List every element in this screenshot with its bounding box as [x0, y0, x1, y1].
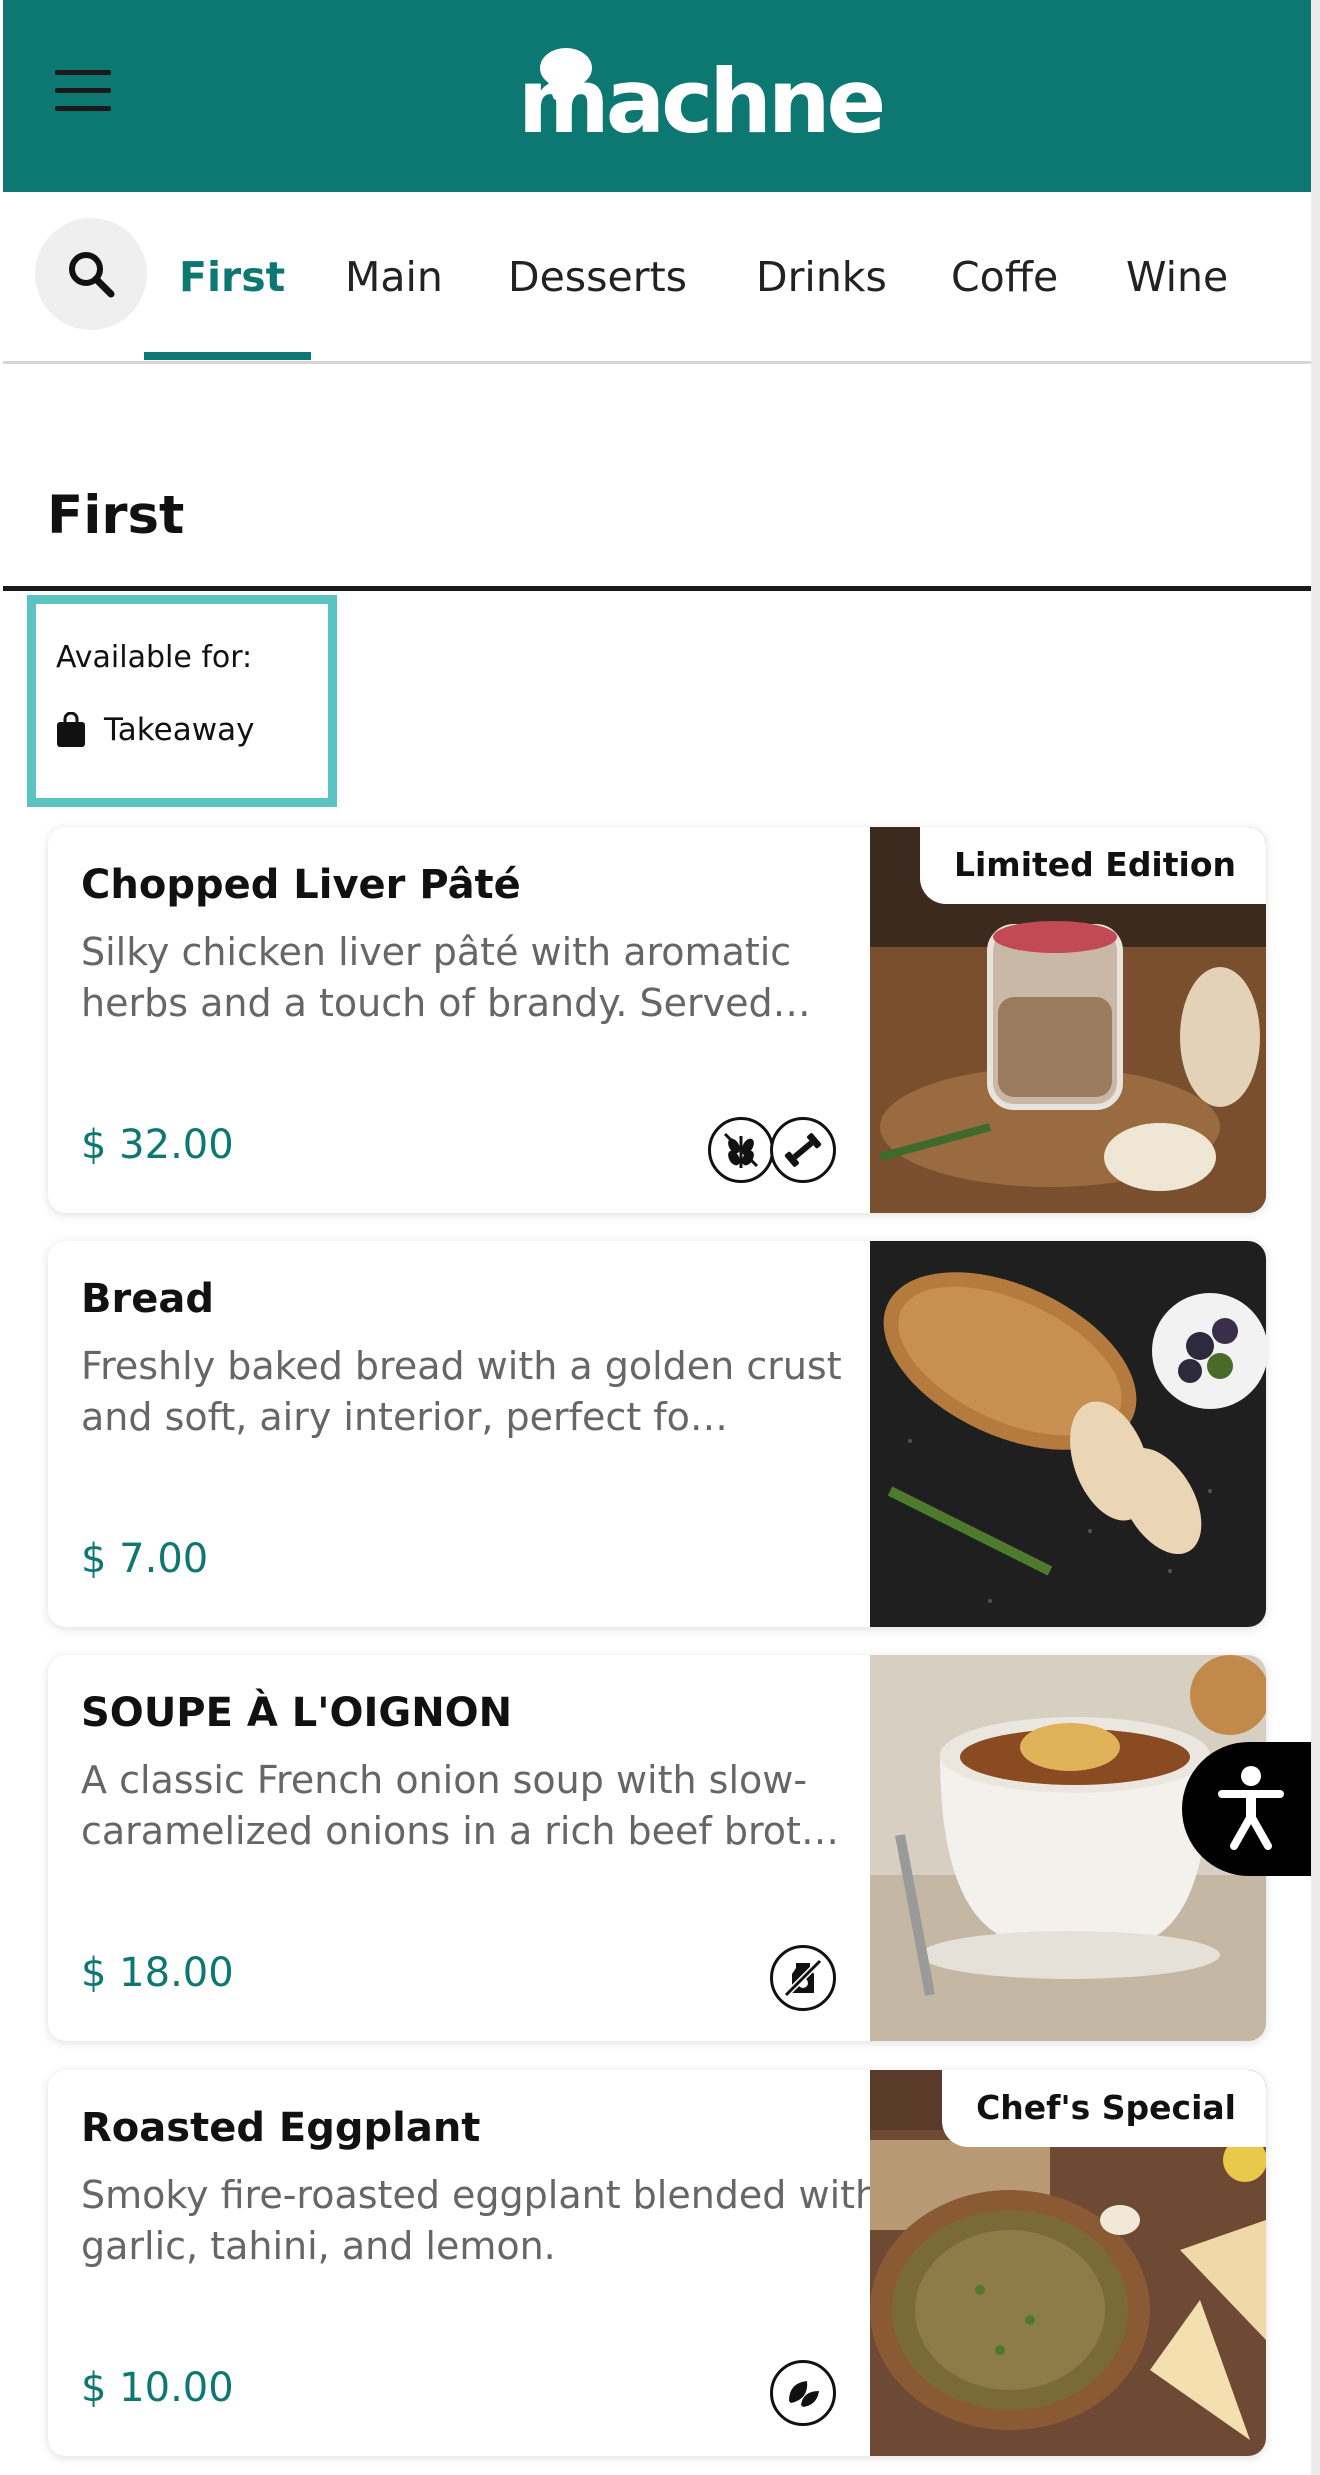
dietary-icons: [770, 2360, 836, 2426]
menu-item-card[interactable]: Roasted Eggplant Smoky fire-roasted eggp…: [48, 2070, 1266, 2456]
item-photo-bread: [870, 1241, 1266, 1627]
accessibility-button[interactable]: [1182, 1742, 1320, 1876]
page-edge: [1311, 0, 1320, 2475]
tab-desserts[interactable]: Desserts: [478, 192, 717, 361]
tab-drinks[interactable]: Drinks: [726, 192, 917, 361]
accessibility-icon: [1218, 1766, 1284, 1850]
tab-coffe[interactable]: Coffe: [921, 192, 1088, 361]
item-name: Roasted Eggplant: [81, 2105, 481, 2151]
availability-takeaway: Takeaway: [56, 712, 254, 748]
active-tab-indicator: [144, 352, 311, 360]
item-description: Freshly baked bread with a golden crust …: [81, 1344, 842, 1439]
tab-main[interactable]: Main: [315, 192, 473, 361]
item-badge: Chef's Special: [942, 2070, 1266, 2147]
tab-first[interactable]: First: [149, 192, 315, 361]
no-grain-icon: [708, 1117, 774, 1183]
item-badge: Limited Edition: [919, 827, 1266, 904]
item-price: $ 32.00: [81, 1122, 234, 1168]
item-name: SOUPE À L'OIGNON: [81, 1690, 513, 1736]
item-name: Bread: [81, 1276, 214, 1322]
menu-item-card[interactable]: Bread Freshly baked bread with a golden …: [48, 1241, 1266, 1627]
menu-page: machne First Main Desserts Drinks Coffe …: [0, 0, 1320, 2475]
dietary-icons: [708, 1117, 836, 1183]
search-icon: [69, 252, 115, 298]
search-button[interactable]: [35, 218, 147, 330]
item-name: Chopped Liver Pâté: [81, 862, 521, 908]
no-dairy-icon: [770, 1945, 836, 2011]
item-description: Smoky fire-roasted eggplant blended with…: [81, 2173, 880, 2268]
section-title: First: [47, 485, 185, 546]
vegan-leaf-icon: [770, 2360, 836, 2426]
item-description: A classic French onion soup with slow-ca…: [81, 1758, 839, 1853]
dietary-icons: [770, 1945, 836, 2011]
menu-item-card[interactable]: SOUPE À L'OIGNON A classic French onion …: [48, 1655, 1266, 2041]
brand-logo[interactable]: machne: [518, 40, 898, 150]
tab-wine[interactable]: Wine: [1096, 192, 1258, 361]
protein-icon: [770, 1117, 836, 1183]
availability-option: Takeaway: [104, 712, 255, 748]
app-header: machne: [3, 0, 1311, 192]
shopping-bag-icon: [57, 712, 85, 747]
item-price: $ 18.00: [81, 1950, 234, 1996]
category-tabs: First Main Desserts Drinks Coffe Wine: [3, 192, 1311, 364]
menu-item-card[interactable]: Chopped Liver Pâté Silky chicken liver p…: [48, 827, 1266, 1213]
availability-box: Available for: Takeaway: [27, 595, 337, 807]
section-divider: [3, 586, 1311, 591]
availability-label: Available for:: [56, 640, 253, 675]
item-description: Silky chicken liver pâté with aromatic h…: [81, 930, 811, 1025]
item-price: $ 7.00: [81, 1536, 209, 1582]
hamburger-icon[interactable]: [55, 70, 117, 120]
item-price: $ 10.00: [81, 2365, 234, 2411]
chef-hat-icon: [540, 48, 592, 101]
